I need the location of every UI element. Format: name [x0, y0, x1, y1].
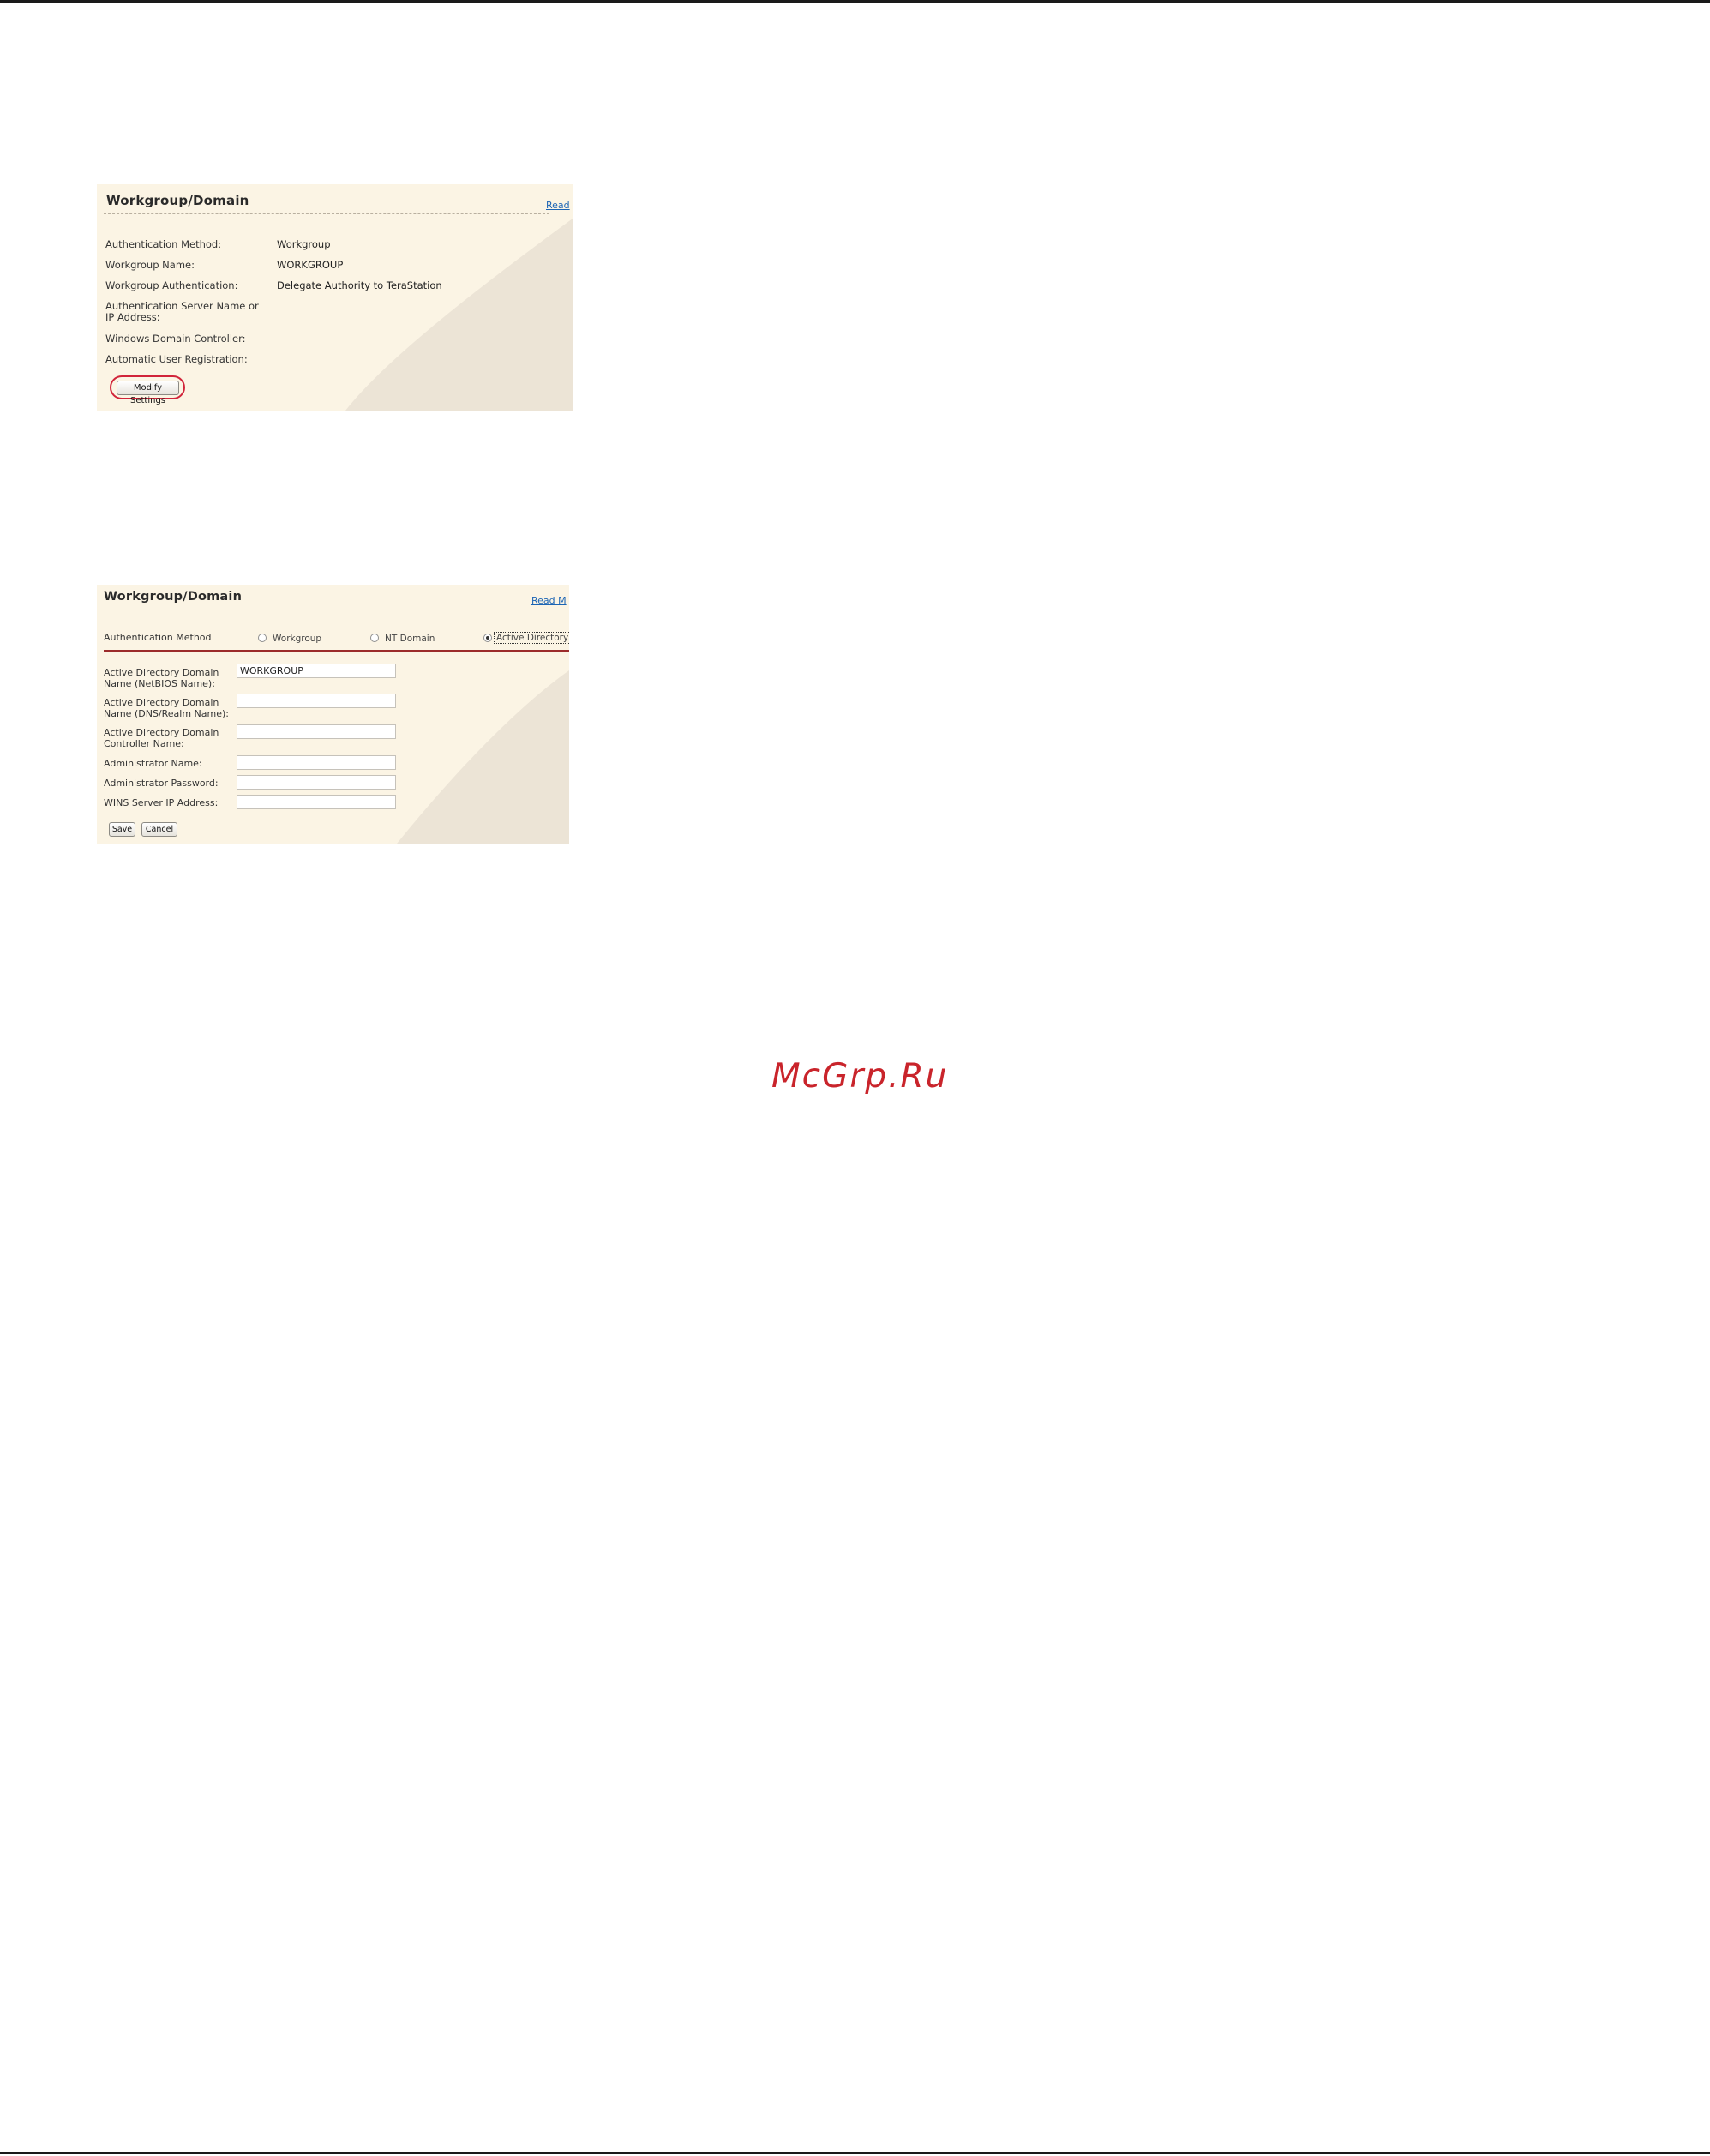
- read-more-link[interactable]: Read M: [531, 595, 567, 606]
- workgroup-domain-summary-panel: Workgroup/Domain Read Authentication Met…: [97, 184, 573, 411]
- cancel-button[interactable]: Cancel: [141, 822, 177, 837]
- read-more-link[interactable]: Read: [546, 200, 570, 211]
- label-ad-netbios-name: Active Directory Domain Name (NetBIOS Na…: [104, 667, 219, 689]
- administrator-password-input[interactable]: [237, 775, 396, 790]
- wins-server-ip-input[interactable]: [237, 795, 396, 809]
- value-workgroup-name: WORKGROUP: [277, 259, 344, 271]
- radio-active-directory-label[interactable]: Active Directory: [494, 632, 569, 644]
- workgroup-domain-edit-panel: Workgroup/Domain Read M Authentication M…: [97, 585, 569, 844]
- label-workgroup-authentication: Workgroup Authentication:: [105, 279, 238, 291]
- ad-dns-realm-name-input[interactable]: [237, 694, 396, 708]
- label-administrator-name: Administrator Name:: [104, 758, 202, 769]
- section-divider: [104, 650, 569, 652]
- label-administrator-password: Administrator Password:: [104, 778, 219, 789]
- value-authentication-method: Workgroup: [277, 238, 331, 250]
- label-windows-domain-controller: Windows Domain Controller:: [105, 333, 246, 345]
- ad-netbios-name-input[interactable]: [237, 664, 396, 678]
- label-ad-dns-realm-name: Active Directory Domain Name (DNS/Realm …: [104, 697, 230, 719]
- ad-domain-controller-name-input[interactable]: [237, 724, 396, 739]
- title-divider: [104, 213, 549, 214]
- panel-title: Workgroup/Domain: [104, 590, 243, 604]
- label-workgroup-name: Workgroup Name:: [105, 259, 195, 271]
- watermark: McGrp.Ru: [771, 1057, 949, 1096]
- value-workgroup-authentication: Delegate Authority to TeraStation: [277, 279, 442, 291]
- administrator-name-input[interactable]: [237, 755, 396, 770]
- top-rule: [0, 0, 1710, 3]
- modify-settings-highlight: Modify Settings: [110, 375, 185, 405]
- radio-nt-domain-label[interactable]: NT Domain: [385, 634, 435, 644]
- label-ad-domain-controller-name: Active Directory Domain Controller Name:: [104, 727, 219, 749]
- label-wins-server-ip: WINS Server IP Address:: [104, 797, 219, 808]
- radio-workgroup[interactable]: [258, 634, 267, 642]
- radio-nt-domain[interactable]: [370, 634, 379, 642]
- radio-workgroup-label[interactable]: Workgroup: [273, 634, 321, 644]
- panel-title: Workgroup/Domain: [106, 193, 249, 208]
- radio-active-directory[interactable]: [483, 634, 492, 642]
- bottom-rule: [0, 2152, 1710, 2154]
- label-automatic-user-registration: Automatic User Registration:: [105, 353, 248, 365]
- label-authentication-server: Authentication Server Name or IP Address…: [105, 300, 259, 323]
- modify-settings-button[interactable]: Modify Settings: [117, 381, 179, 405]
- label-authentication-method: Authentication Method:: [105, 238, 222, 250]
- save-button[interactable]: Save: [109, 822, 135, 837]
- authentication-method-label: Authentication Method: [104, 632, 212, 643]
